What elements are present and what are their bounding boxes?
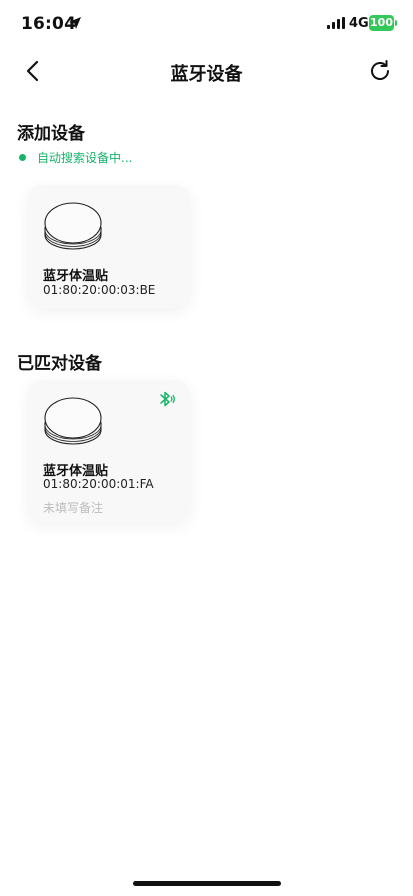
- location-arrow-icon: [69, 17, 81, 29]
- refresh-icon: [371, 60, 389, 80]
- device-icon: [44, 397, 102, 445]
- signal-icon: [327, 17, 345, 29]
- scan-status-text: 自动搜索设备中...: [37, 151, 133, 165]
- nav-bar: 蓝牙设备: [0, 46, 413, 96]
- status-bar: 16:04 4G 100: [0, 0, 413, 46]
- home-indicator: [133, 881, 281, 886]
- network-type: 4G: [349, 16, 369, 31]
- paired-device-title: 已匹对设备: [17, 354, 102, 374]
- page-title: 蓝牙设备: [170, 64, 243, 85]
- bluetooth-icon: [160, 391, 175, 407]
- refresh-button[interactable]: [365, 56, 395, 86]
- device-mac: 01:80:20:00:01:FA: [43, 477, 154, 491]
- add-device-card[interactable]: 蓝牙体温贴 01:80:20:00:03:BE: [28, 185, 190, 308]
- paired-device-card[interactable]: 蓝牙体温贴 01:80:20:00:01:FA 未填写备注: [28, 380, 190, 522]
- device-mac: 01:80:20:00:03:BE: [43, 283, 156, 297]
- battery-cap: [395, 20, 397, 26]
- device-remark[interactable]: 未填写备注: [43, 499, 103, 516]
- device-icon: [44, 202, 102, 250]
- add-device-title: 添加设备: [17, 124, 85, 144]
- device-name: 蓝牙体温贴: [43, 269, 109, 284]
- battery-icon: 100: [369, 15, 394, 31]
- scan-indicator-dot: [19, 154, 26, 161]
